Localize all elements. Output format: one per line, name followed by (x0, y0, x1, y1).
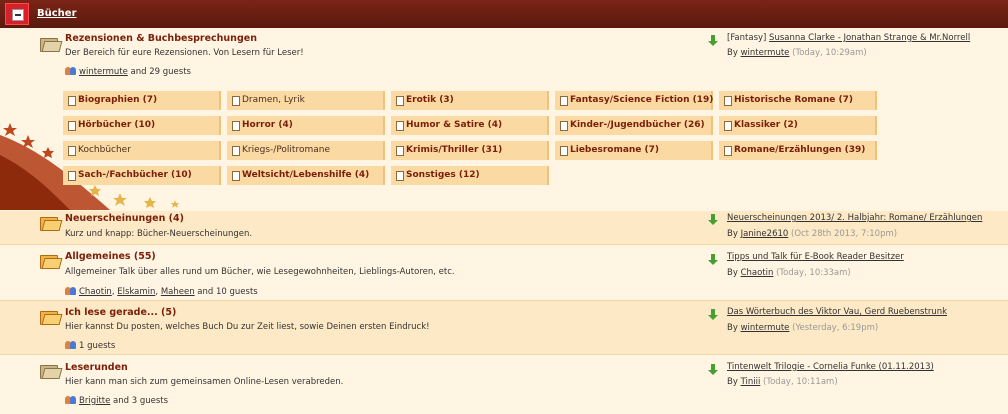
subforum-link[interactable]: Historische Romane (7) (719, 91, 877, 110)
last-post-arrow-icon[interactable] (708, 364, 718, 375)
last-post-link[interactable]: Susanna Clarke - Jonathan Strange & Mr.N… (769, 33, 970, 43)
last-post-user[interactable]: Chaotin (741, 268, 774, 278)
last-post-line: [Fantasy] Susanna Clarke - Jonathan Stra… (727, 33, 971, 43)
category-title[interactable]: Bücher (37, 8, 77, 19)
last-post-by: By wintermute (Yesterday, 6:19pm) (727, 323, 879, 333)
subforum-link[interactable]: Humor & Satire (4) (391, 116, 549, 135)
forum-description: Der Bereich für eure Rezensionen. Von Le… (65, 48, 304, 58)
subforum-link[interactable]: Klassiker (2) (719, 116, 877, 135)
forum-title[interactable]: Rezensionen & Buchbesprechungen (65, 33, 257, 44)
forum-users-online: wintermute and 29 guests (65, 66, 191, 77)
last-post-link[interactable]: Das Wörterbuch des Viktor Vau, Gerd Rueb… (727, 307, 947, 317)
forum-title[interactable]: Leserunden (65, 362, 128, 373)
users-icon (65, 395, 76, 404)
user-link[interactable]: wintermute (79, 67, 128, 77)
forum-users-online: Chaotin, Elskamin, Maheen and 10 guests (65, 286, 258, 297)
forum-title[interactable]: Allgemeines (55) (65, 251, 156, 262)
user-link[interactable]: Chaotin (79, 287, 112, 297)
last-post-link[interactable]: Tintenwelt Trilogie - Cornelia Funke (01… (727, 362, 934, 372)
subforum-link[interactable]: Weltsicht/Lebenshilfe (4) (227, 166, 385, 185)
last-post-by: By wintermute (Today, 10:29am) (727, 48, 867, 58)
minus-icon (12, 9, 24, 21)
subforum-link[interactable]: Hörbücher (10) (63, 116, 221, 135)
last-post-user[interactable]: wintermute (741, 323, 790, 333)
subforum-link[interactable]: Fantasy/Science Fiction (19) (555, 91, 713, 110)
last-post-by: By Chaotin (Today, 10:33am) (727, 268, 851, 278)
last-post-link[interactable]: Neuerscheinungen 2013/ 2. Halbjahr: Roma… (727, 213, 982, 223)
forum-description: Allgemeiner Talk über alles rund um Büch… (65, 267, 455, 277)
subforum-link[interactable]: Sach-/Fachbücher (10) (63, 166, 221, 185)
forum-folder-icon (40, 36, 58, 52)
last-post-by: By Janine2610 (Oct 28th 2013, 7:10pm) (727, 229, 898, 239)
last-post-by: By Tiniii (Today, 10:11am) (727, 377, 838, 387)
category-header: Bücher (0, 0, 1008, 28)
forum-description: Kurz und knapp: Bücher-Neuerscheinungen. (65, 229, 253, 239)
last-post-arrow-icon[interactable] (708, 309, 718, 320)
collapse-button[interactable] (5, 3, 29, 25)
subforum-link[interactable]: Erotik (3) (391, 91, 549, 110)
subforum-link[interactable]: Kochbücher (63, 141, 221, 160)
forum-users-online: 1 guests (65, 340, 115, 351)
last-post-arrow-icon[interactable] (708, 35, 718, 46)
forum-description: Hier kann man sich zum gemeinsamen Onlin… (65, 377, 344, 387)
users-icon (65, 66, 76, 75)
forum-folder-new-icon (40, 215, 58, 231)
subforum-link[interactable]: Romane/Erzählungen (39) (719, 141, 877, 160)
subforum-link[interactable]: Liebesromane (7) (555, 141, 713, 160)
user-link[interactable]: Elskamin (117, 287, 155, 297)
subforum-link[interactable]: Dramen, Lyrik (227, 91, 385, 110)
subforum-link[interactable]: Biographien (7) (63, 91, 221, 110)
subforum-link[interactable]: Kriegs-/Politromane (227, 141, 385, 160)
users-icon (65, 340, 76, 349)
forum-users-online: Brigitte and 3 guests (65, 395, 168, 406)
last-post-arrow-icon[interactable] (708, 254, 718, 265)
forum-folder-icon (40, 363, 58, 379)
last-post-user[interactable]: Janine2610 (741, 229, 789, 239)
forum-title[interactable]: Neuerscheinungen (4) (65, 213, 184, 224)
forum-title[interactable]: Ich lese gerade... (5) (65, 307, 176, 318)
subforum-link[interactable]: Sonstiges (12) (391, 166, 549, 185)
users-icon (65, 286, 76, 295)
last-post-arrow-icon[interactable] (708, 214, 718, 225)
subforum-link[interactable]: Krimis/Thriller (31) (391, 141, 549, 160)
forum-folder-new-icon (40, 309, 58, 325)
last-post-user[interactable]: wintermute (741, 48, 790, 58)
subforum-link[interactable]: Horror (4) (227, 116, 385, 135)
user-link[interactable]: Maheen (161, 287, 195, 297)
user-link[interactable]: Brigitte (79, 396, 110, 406)
forum-folder-new-icon (40, 253, 58, 269)
last-post-link[interactable]: Tipps und Talk für E-Book Reader Besitze… (727, 252, 904, 262)
last-post-user[interactable]: Tiniii (741, 377, 761, 387)
subforum-link[interactable]: Kinder-/Jugendbücher (26) (555, 116, 713, 135)
forum-description: Hier kannst Du posten, welches Buch Du z… (65, 322, 430, 332)
